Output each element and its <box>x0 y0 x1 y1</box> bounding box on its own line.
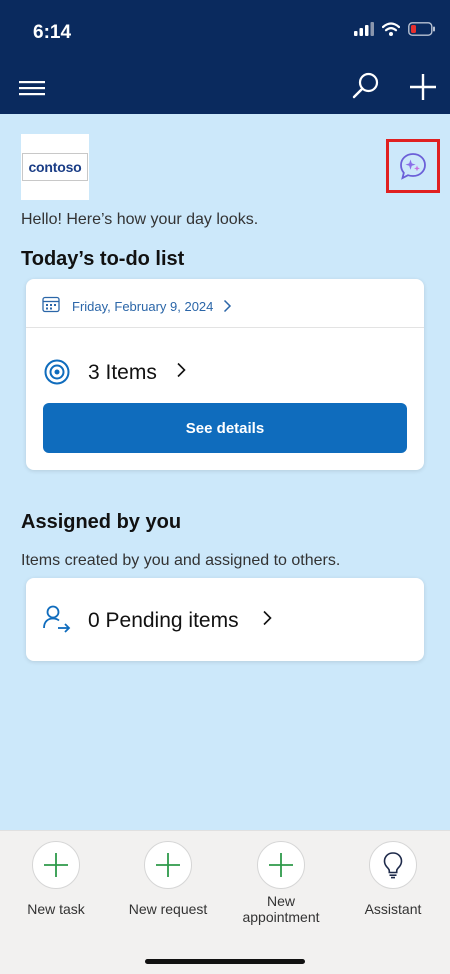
battery-low-icon <box>408 22 435 36</box>
todo-card: Friday, February 9, 2024 3 Items See det… <box>26 279 424 470</box>
new-request-label: New request <box>128 901 208 917</box>
new-request-circle <box>144 841 192 889</box>
todo-items-row[interactable]: 3 Items <box>26 353 424 393</box>
logo-frame: contoso <box>22 153 88 181</box>
new-task-circle <box>32 841 80 889</box>
lightbulb-icon <box>383 852 403 879</box>
new-task-label: New task <box>27 901 85 917</box>
copilot-sparkle-icon <box>400 153 426 180</box>
company-logo: contoso <box>21 134 89 200</box>
assistant-circle <box>369 841 417 889</box>
new-task-button[interactable]: New task <box>1 841 111 917</box>
pending-items-card[interactable]: 0 Pending items <box>26 578 424 661</box>
todo-date: Friday, February 9, 2024 <box>72 299 214 314</box>
cellular-signal-icon <box>354 22 374 36</box>
assigned-section-title: Assigned by you <box>21 511 182 533</box>
bottom-action-bar: New task New request New appointment Ass… <box>0 830 450 974</box>
status-bar: 6:14 <box>0 0 450 62</box>
todo-section-title: Today’s to-do list <box>21 248 185 270</box>
plus-icon <box>269 853 293 877</box>
plus-icon <box>44 853 68 877</box>
target-icon <box>44 359 70 385</box>
wifi-icon <box>382 22 400 36</box>
plus-icon <box>156 853 180 877</box>
assigned-subtitle: Items created by you and assigned to oth… <box>21 552 341 569</box>
new-appointment-circle <box>257 841 305 889</box>
todo-items-count: 3 Items <box>88 361 157 384</box>
hamburger-icon[interactable] <box>16 72 48 104</box>
home-indicator <box>145 959 305 964</box>
search-icon[interactable] <box>350 70 382 102</box>
new-request-button[interactable]: New request <box>113 841 223 917</box>
assistant-button[interactable]: Assistant <box>338 841 448 917</box>
date-row[interactable]: Friday, February 9, 2024 <box>26 279 424 328</box>
copilot-button[interactable] <box>386 139 440 193</box>
greeting-text: Hello! Here’s how your day looks. <box>21 211 259 228</box>
system-icons <box>354 22 436 36</box>
assistant-label: Assistant <box>364 901 422 917</box>
pending-items-count: 0 Pending items <box>88 609 239 632</box>
new-appointment-label: New appointment <box>242 893 320 925</box>
person-arrow-icon <box>43 605 71 633</box>
chevron-right-icon <box>223 299 232 313</box>
see-details-button[interactable]: See details <box>43 403 407 453</box>
top-nav-bar <box>0 62 450 114</box>
chevron-right-icon <box>177 362 186 378</box>
status-time: 6:14 <box>33 22 72 43</box>
chevron-right-icon <box>263 610 272 626</box>
logo-text: contoso <box>28 159 82 175</box>
new-appointment-button[interactable]: New appointment <box>226 841 336 925</box>
plus-icon[interactable] <box>406 70 440 104</box>
calendar-icon <box>42 296 60 313</box>
